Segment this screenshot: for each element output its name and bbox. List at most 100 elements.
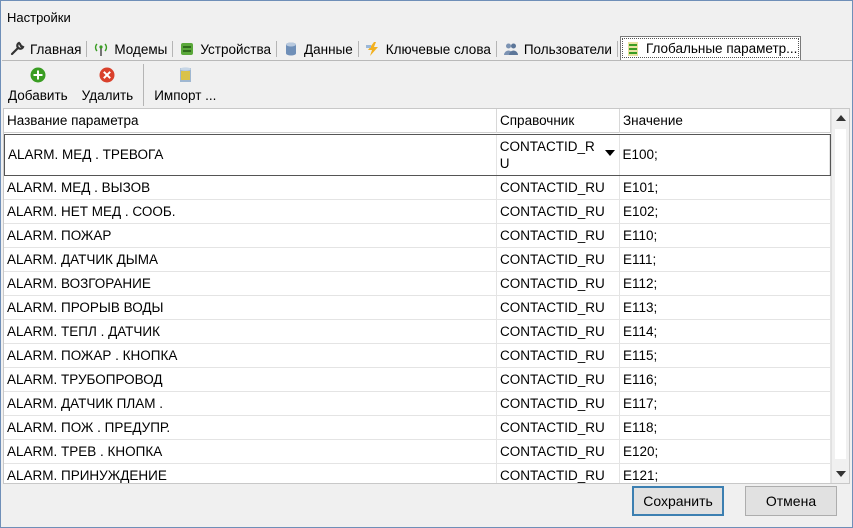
window-title: Настройки (7, 10, 71, 25)
cell-reference[interactable]: CONTACTID_RU (497, 368, 620, 391)
cell-param-name[interactable]: ALARM. ДАТЧИК ДЫМА (4, 248, 497, 271)
vertical-scrollbar[interactable] (831, 109, 849, 483)
tab-modems[interactable]: Модемы (89, 38, 170, 60)
cell-param-name[interactable]: ALARM. ТРУБОПРОВОД (4, 368, 497, 391)
cell-reference[interactable]: CONTACTID_RU (497, 176, 620, 199)
add-button[interactable]: Добавить (3, 62, 73, 108)
cell-param-name[interactable]: ALARM. НЕТ МЕД . СООБ. (4, 200, 497, 223)
table-row[interactable]: ALARM. ДАТЧИК ДЫМА CONTACTID_RU E111; (4, 248, 831, 272)
import-button[interactable]: Импорт ... (149, 62, 221, 108)
delete-button-label: Удалить (81, 88, 134, 103)
cell-reference[interactable]: CONTACTID_RU (497, 248, 620, 271)
cell-value[interactable]: E117; (620, 392, 831, 415)
grid-rows: ALARM. МЕД . ТРЕВОГА CONTACTID_RU E100; … (4, 134, 831, 483)
cell-reference[interactable]: CONTACTID_RU (497, 344, 620, 367)
cell-param-name[interactable]: ALARM. ТЕПЛ . ДАТЧИК (4, 320, 497, 343)
table-row[interactable]: ALARM. ПОЖ . ПРЕДУПР. CONTACTID_RU E118; (4, 416, 831, 440)
cell-value[interactable]: E114; (620, 320, 831, 343)
table-row[interactable]: ALARM. ВОЗГОРАНИЕ CONTACTID_RU E112; (4, 272, 831, 296)
cell-value[interactable]: E113; (620, 296, 831, 319)
cell-value[interactable]: E115; (620, 344, 831, 367)
column-header-value[interactable]: Значение (620, 109, 831, 133)
cell-param-name[interactable]: ALARM. ПРОРЫВ ВОДЫ (4, 296, 497, 319)
database-icon (283, 41, 299, 57)
table-row[interactable]: ALARM. ПРИНУЖДЕНИЕ CONTACTID_RU E121; (4, 464, 831, 483)
tab-separator (276, 41, 277, 57)
cell-reference[interactable]: CONTACTID_RU (497, 392, 620, 415)
delete-button[interactable]: Удалить (77, 62, 139, 108)
reference-dropdown[interactable]: CONTACTID_RU (497, 135, 620, 175)
cell-param-name[interactable]: ALARM. ПОЖ . ПРЕДУПР. (4, 416, 497, 439)
global-params-icon (625, 41, 641, 57)
settings-window: Настройки Главная Модемы Устройства Данн… (0, 0, 853, 528)
cell-reference[interactable]: CONTACTID_RU (497, 272, 620, 295)
cell-value[interactable]: E101; (620, 176, 831, 199)
cell-param-name[interactable]: ALARM. ПОЖАР . КНОПКА (4, 344, 497, 367)
tab-users[interactable]: Пользователи (499, 38, 615, 60)
table-row[interactable]: ALARM. МЕД . ТРЕВОГА CONTACTID_RU E100; (4, 134, 831, 176)
cell-param-name[interactable]: ALARM. ПОЖАР (4, 224, 497, 247)
table-row[interactable]: ALARM. ТЕПЛ . ДАТЧИК CONTACTID_RU E114; (4, 320, 831, 344)
scroll-down-arrow-icon[interactable] (836, 471, 846, 477)
chevron-down-icon[interactable] (604, 150, 615, 156)
column-header-reference[interactable]: Справочник (497, 109, 620, 133)
cell-value[interactable]: E111; (620, 248, 831, 271)
table-row[interactable]: ALARM. ДАТЧИК ПЛАМ . CONTACTID_RU E117; (4, 392, 831, 416)
column-header-name[interactable]: Название параметра (4, 109, 497, 133)
cell-param-name[interactable]: ALARM. ПРИНУЖДЕНИЕ (4, 464, 497, 483)
table-row[interactable]: ALARM. ПОЖАР . КНОПКА CONTACTID_RU E115; (4, 344, 831, 368)
scroll-up-arrow-icon[interactable] (836, 115, 846, 121)
add-button-label: Добавить (8, 88, 68, 103)
tab-label: Главная (30, 41, 82, 57)
cell-param-name[interactable]: ALARM. ДАТЧИК ПЛАМ . (4, 392, 497, 415)
toolbar-separator (143, 64, 145, 106)
cell-reference[interactable]: CONTACTID_RU (497, 464, 620, 483)
table-row[interactable]: ALARM. ПОЖАР CONTACTID_RU E110; (4, 224, 831, 248)
cell-value[interactable]: E112; (620, 272, 831, 295)
table-row[interactable]: ALARM. ПРОРЫВ ВОДЫ CONTACTID_RU E113; (4, 296, 831, 320)
cell-param-name[interactable]: ALARM. ВОЗГОРАНИЕ (4, 272, 497, 295)
import-button-label: Импорт ... (154, 88, 217, 103)
cell-reference[interactable]: CONTACTID_RU (497, 224, 620, 247)
cell-value[interactable]: E116; (620, 368, 831, 391)
tab-label: Модемы (114, 41, 168, 57)
cell-reference[interactable]: CONTACTID_RU (497, 200, 620, 223)
reference-dropdown-value: CONTACTID_RU (499, 139, 595, 171)
cell-reference[interactable]: CONTACTID_RU (497, 416, 620, 439)
save-button[interactable]: Сохранить (632, 486, 724, 516)
users-icon (503, 41, 519, 57)
cell-param-name[interactable]: ALARM. ТРЕВ . КНОПКА (4, 440, 497, 463)
scrollbar-thumb[interactable] (835, 129, 846, 459)
tab-keywords[interactable]: Ключевые слова (361, 38, 494, 60)
table-row[interactable]: ALARM. НЕТ МЕД . СООБ. CONTACTID_RU E102… (4, 200, 831, 224)
tab-label: Устройства (200, 41, 271, 57)
tab-global-params[interactable]: Глобальные параметр... (619, 36, 802, 60)
cell-value[interactable]: E120; (620, 440, 831, 463)
wrench-icon (9, 41, 25, 57)
cancel-button[interactable]: Отмена (745, 486, 837, 516)
tab-separator (616, 41, 618, 57)
add-icon (29, 66, 47, 84)
cell-value[interactable]: E100; (620, 135, 830, 175)
tab-label: Данные (304, 41, 353, 57)
delete-icon (98, 66, 116, 84)
table-row[interactable]: ALARM. ТРЕВ . КНОПКА CONTACTID_RU E120; (4, 440, 831, 464)
cell-value[interactable]: E118; (620, 416, 831, 439)
cell-reference[interactable]: CONTACTID_RU (497, 296, 620, 319)
cell-param-name[interactable]: ALARM. МЕД . ТРЕВОГА (5, 135, 497, 175)
device-icon (179, 41, 195, 57)
table-row[interactable]: ALARM. ТРУБОПРОВОД CONTACTID_RU E116; (4, 368, 831, 392)
cell-value[interactable]: E110; (620, 224, 831, 247)
cell-reference[interactable]: CONTACTID_RU (497, 440, 620, 463)
tab-devices[interactable]: Устройства (175, 38, 274, 60)
tab-data[interactable]: Данные (279, 38, 356, 60)
cell-value[interactable]: E102; (620, 200, 831, 223)
grid-header: Название параметра Справочник Значение (4, 109, 831, 133)
tab-panel-border (2, 60, 852, 61)
tab-main[interactable]: Главная (5, 38, 84, 60)
cell-value[interactable]: E121; (620, 464, 831, 483)
tab-label: Глобальные параметр... (645, 41, 798, 56)
table-row[interactable]: ALARM. МЕД . ВЫЗОВ CONTACTID_RU E101; (4, 176, 831, 200)
cell-param-name[interactable]: ALARM. МЕД . ВЫЗОВ (4, 176, 497, 199)
cell-reference[interactable]: CONTACTID_RU (497, 320, 620, 343)
